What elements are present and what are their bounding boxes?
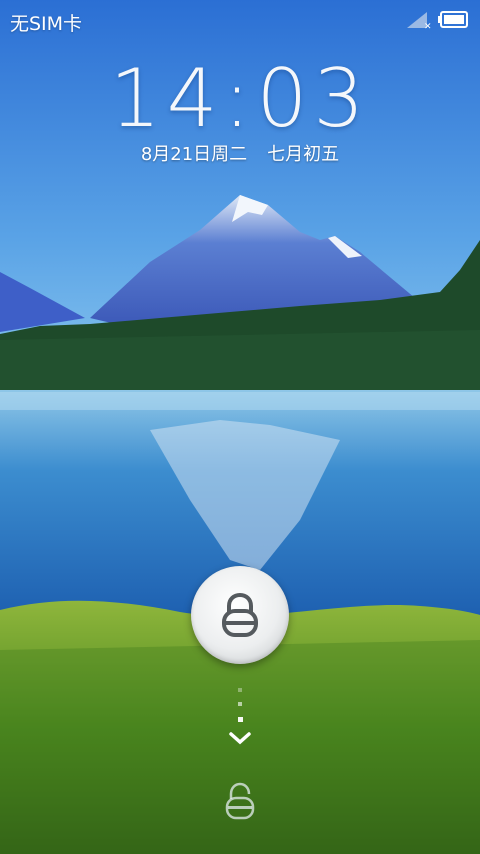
unlocked-padlock-icon[interactable] <box>222 782 258 822</box>
unlock-slider-handle[interactable] <box>191 566 289 664</box>
lockscreen-clock: 14:03 <box>109 52 371 145</box>
weekday-label: 周二 <box>211 144 248 165</box>
svg-text:✕: ✕ <box>424 22 432 30</box>
chevron-down-icon <box>229 688 251 745</box>
status-bar: 无SIM卡 ✕ <box>0 0 480 40</box>
no-signal-icon: ✕ <box>407 12 432 30</box>
battery-full-icon <box>438 11 468 28</box>
lockscreen-date: 8月21日周二 七月初五 <box>0 140 480 166</box>
date-label: 8月21日 <box>140 144 212 165</box>
carrier-label: 无SIM卡 <box>10 13 83 35</box>
lunar-date-label: 七月初五 <box>267 144 340 165</box>
padlock-icon <box>222 592 258 637</box>
